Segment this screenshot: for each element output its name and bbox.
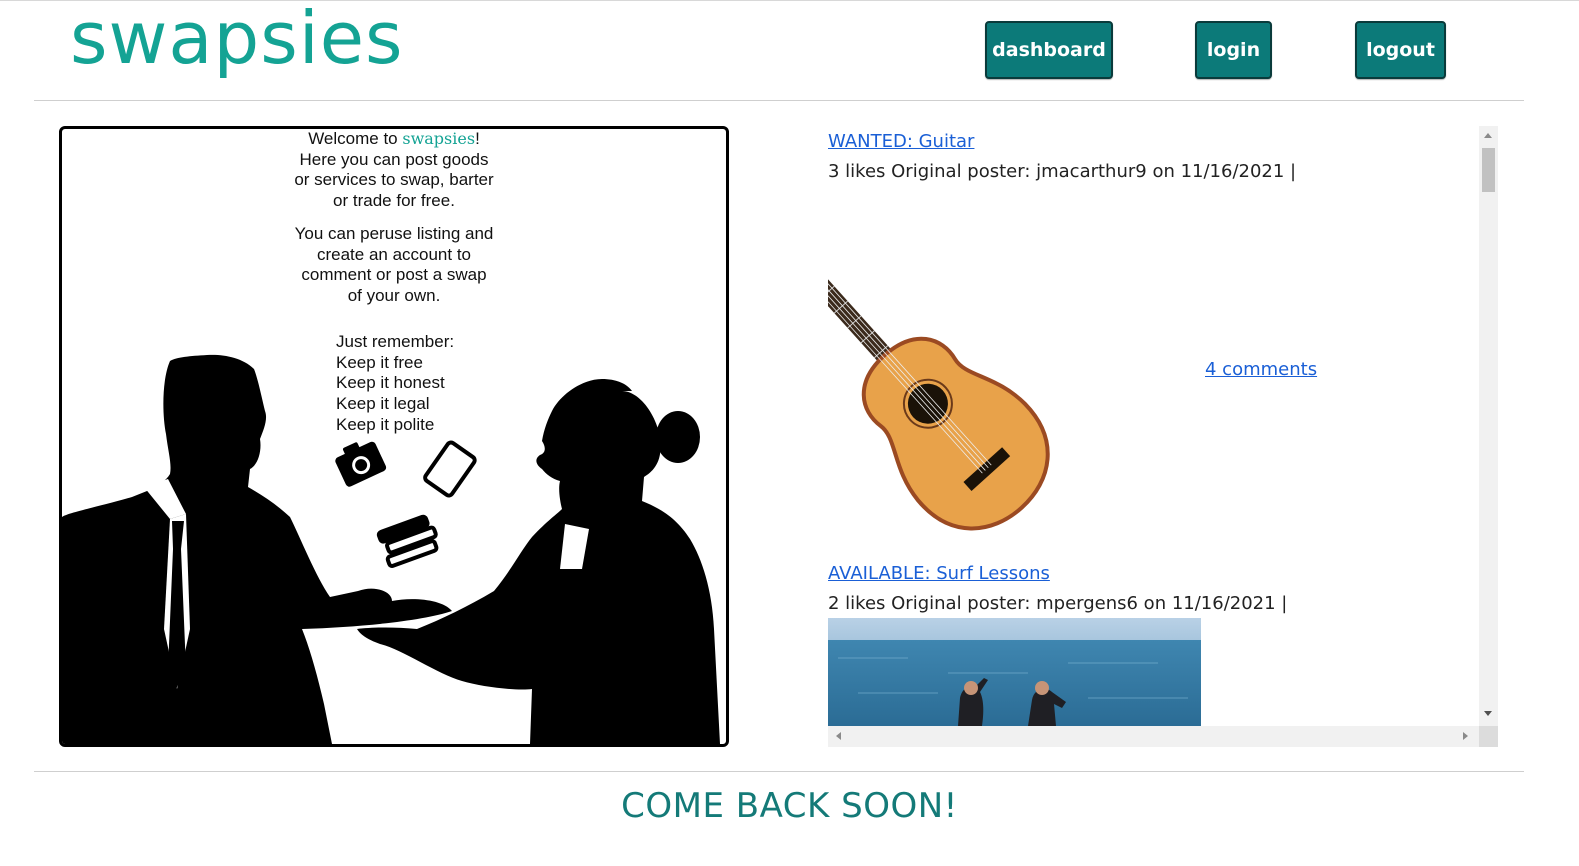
welcome-heading: Welcome to swapsies! [62, 129, 726, 150]
scrollbar-corner [1479, 726, 1498, 747]
horizontal-scrollbar[interactable] [828, 726, 1479, 747]
post-title-link[interactable]: WANTED: Guitar [828, 131, 974, 152]
scroll-right-icon[interactable] [1463, 732, 1468, 740]
logout-button[interactable]: logout [1355, 21, 1446, 79]
posts-feed[interactable]: WANTED: Guitar 3 likes Original poster: … [828, 126, 1498, 747]
books-icon [376, 514, 439, 568]
post-title-link[interactable]: AVAILABLE: Surf Lessons [828, 563, 1050, 584]
scroll-down-icon[interactable] [1484, 711, 1492, 716]
post-meta: 3 likes Original poster: jmacarthur9 on … [828, 161, 1297, 182]
welcome-suffix: ! [475, 129, 480, 148]
dashboard-button[interactable]: dashboard [985, 21, 1113, 79]
login-button[interactable]: login [1195, 21, 1272, 79]
tablet-icon [423, 440, 477, 498]
rule-item: Keep it honest [336, 373, 445, 393]
footer-divider [34, 771, 1524, 772]
rule-item: Keep it legal [336, 394, 430, 414]
header-divider [34, 100, 1524, 101]
intro-card: Welcome to swapsies! Here you can post g… [59, 126, 729, 747]
intro-line: create an account to [316, 244, 472, 264]
comments-link[interactable]: 4 comments [1205, 359, 1317, 380]
footer-message: COME BACK SOON! [621, 786, 958, 826]
intro-line: Here you can post goods [299, 149, 489, 169]
welcome-brand: swapsies [402, 129, 476, 148]
post-meta: 2 likes Original poster: mpergens6 on 11… [828, 593, 1288, 614]
intro-line: You can peruse listing and [294, 224, 494, 243]
vertical-scrollbar[interactable] [1479, 126, 1498, 726]
camera-icon [335, 441, 387, 487]
scrollbar-thumb[interactable] [1482, 148, 1495, 192]
intro-line: comment or post a swap [301, 265, 487, 284]
rules-list: Just remember: Keep it free Keep it hone… [336, 332, 454, 436]
rule-item: Keep it free [336, 352, 423, 372]
welcome-text: Welcome to swapsies! Here you can post g… [62, 129, 726, 306]
rules-heading: Just remember: [336, 332, 455, 351]
welcome-prefix: Welcome to [308, 129, 403, 148]
intro-line: or services to swap, barter [294, 170, 494, 189]
intro-line: of your own. [347, 285, 441, 305]
scroll-up-icon[interactable] [1484, 133, 1492, 138]
surf-lessons-image [828, 618, 1201, 726]
guitar-image [828, 226, 1050, 531]
rule-item: Keep it polite [336, 414, 435, 434]
intro-line: or trade for free. [333, 190, 455, 210]
scroll-left-icon[interactable] [836, 732, 841, 740]
site-logo[interactable]: swapsies [70, 0, 404, 88]
